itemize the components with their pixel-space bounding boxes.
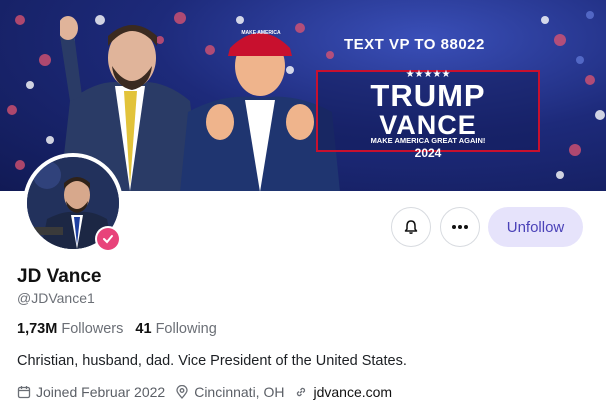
followers-count: 1,73M xyxy=(17,321,58,337)
location-text: Cincinnati, OH xyxy=(194,384,285,400)
location: Cincinnati, OH xyxy=(175,384,284,400)
profile-bio: Christian, husband, dad. Vice President … xyxy=(17,353,407,369)
following-label: Following xyxy=(155,321,217,337)
verified-check-icon xyxy=(97,228,119,250)
more-horizontal-icon xyxy=(452,225,468,229)
location-pin-icon xyxy=(176,385,188,399)
profile-handle: @JDVance1 xyxy=(17,290,95,306)
following-link[interactable]: 41 Following xyxy=(135,321,216,337)
profile-name: JD Vance xyxy=(17,266,102,287)
sign-slogan: MAKE AMERICA GREAT AGAIN! xyxy=(370,136,486,145)
sign-line-trump: TRUMP xyxy=(370,78,486,113)
unfollow-button[interactable]: Unfollow xyxy=(488,207,583,247)
hat-text: MAKE AMERICA xyxy=(241,30,281,36)
more-options-button[interactable] xyxy=(440,207,480,247)
calendar-icon xyxy=(17,386,31,399)
website-link[interactable]: jdvance.com xyxy=(313,384,392,400)
sign-year: 2024 xyxy=(414,146,442,160)
joined-text: Joined Februar 2022 xyxy=(36,384,166,400)
banner-text-vp: TEXT VP TO 88022 xyxy=(344,36,485,53)
bell-icon xyxy=(404,220,418,234)
followers-link[interactable]: 1,73M Followers xyxy=(17,321,123,337)
follow-stats: 1,73M Followers 41 Following xyxy=(17,321,217,337)
verified-badge xyxy=(95,226,121,252)
notify-button[interactable] xyxy=(391,207,431,247)
profile-meta: Joined Februar 2022 Cincinnati, OH jdvan… xyxy=(17,384,402,400)
joined-date: Joined Februar 2022 xyxy=(17,384,165,400)
followers-label: Followers xyxy=(61,321,124,337)
link-icon xyxy=(297,387,306,397)
website[interactable]: jdvance.com xyxy=(294,384,392,400)
campaign-sign: ★★★★★ TRUMP VANCE MAKE AMERICA GREAT AGA… xyxy=(316,69,540,152)
following-count: 41 xyxy=(135,321,152,337)
